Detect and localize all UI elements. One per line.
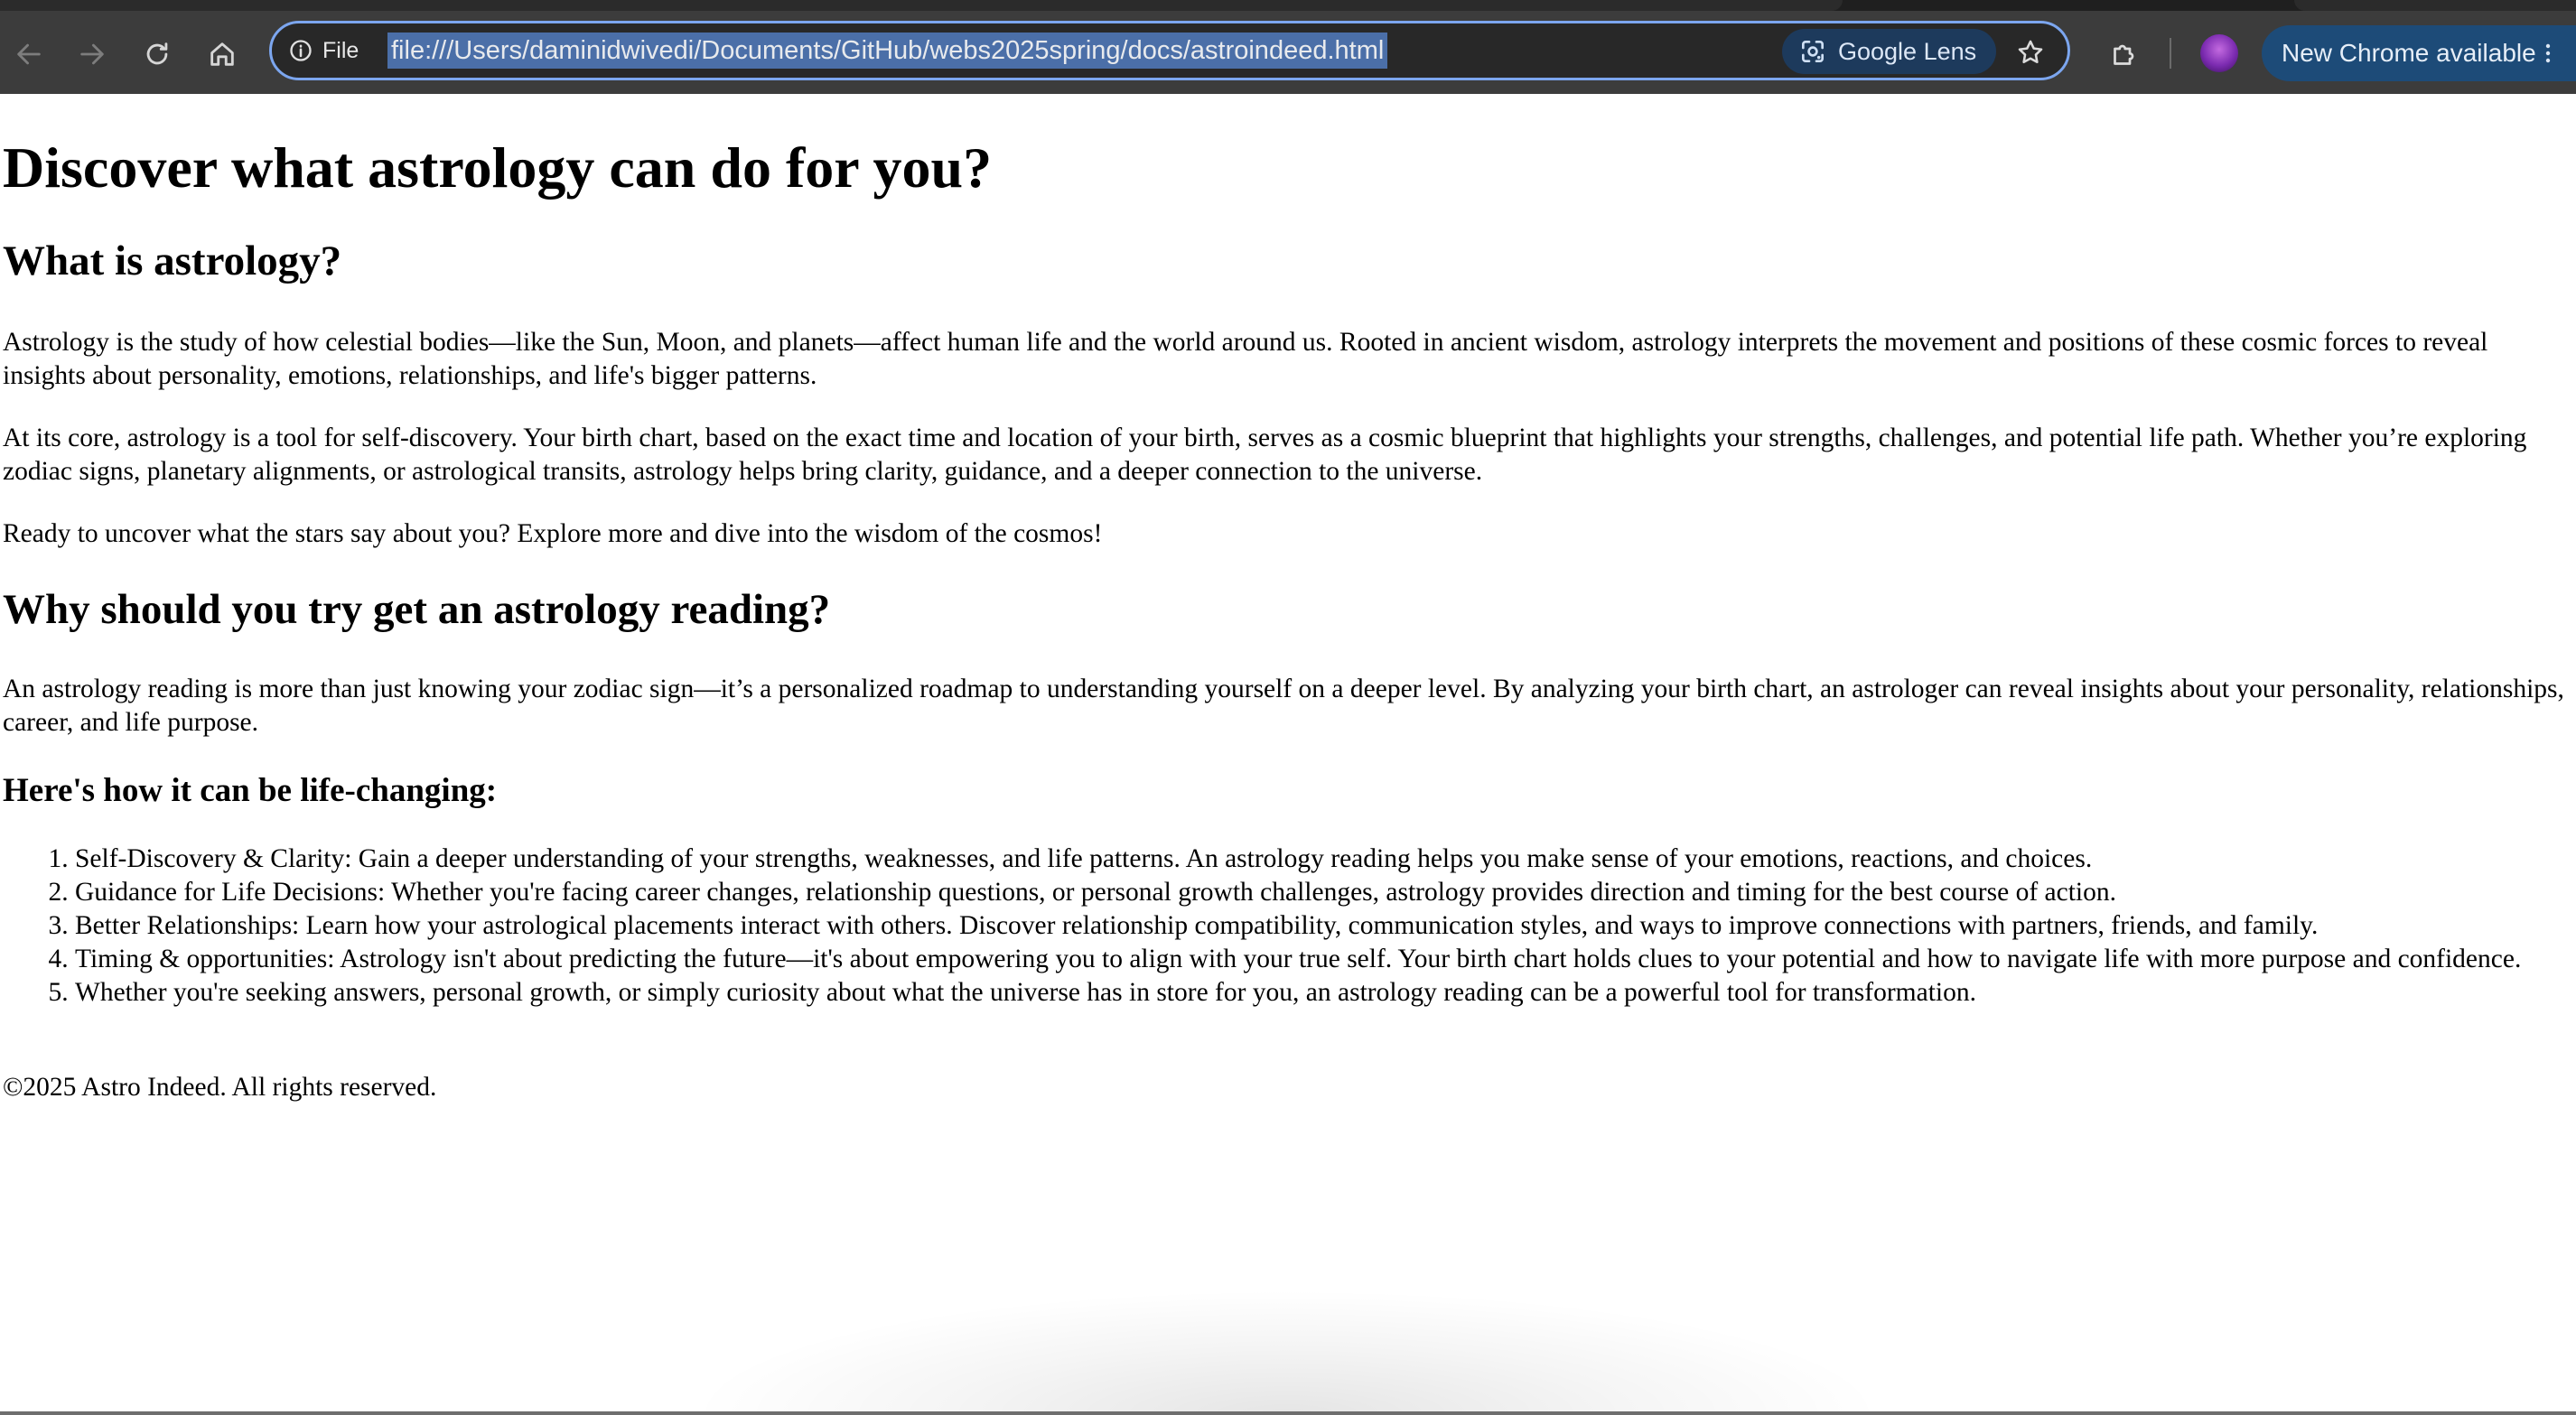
url-text[interactable]: file:///Users/daminidwivedi/Documents/Gi… [387,33,1388,69]
update-label: New Chrome available [2282,39,2536,67]
benefits-list: Self-Discovery & Clarity: Gain a deeper … [3,842,2568,1010]
list-item: Guidance for Life Decisions: Whether you… [75,876,2568,909]
list-item: Self-Discovery & Clarity: Gain a deeper … [75,842,2568,876]
bookmark-button[interactable] [2011,33,2050,72]
list-item: Timing & opportunities: Astrology isn't … [75,943,2568,976]
browser-toolbar: File file:///Users/daminidwivedi/Documen… [0,11,2576,94]
tab-strip [0,0,2576,11]
kebab-menu-icon[interactable] [2534,33,2562,74]
page-title: Discover what astrology can do for you? [3,135,993,200]
info-icon [290,40,312,61]
paragraph: Ready to uncover what the stars say abou… [3,519,1103,548]
google-lens-label: Google Lens [1838,37,1977,65]
toolbar-divider [2170,38,2171,69]
back-arrow-icon [17,43,41,65]
puzzle-icon [2114,44,2134,65]
footer-copyright: ©2025 Astro Indeed. All rights reserved. [3,1073,437,1102]
list-item: Whether you're seeking answers, personal… [75,976,2568,1010]
site-info-chip[interactable]: File [288,33,359,69]
profile-avatar[interactable] [2200,34,2238,72]
paragraph: At its core, astrology is a tool for sel… [3,424,2527,486]
section-heading-what-is-astrology: What is astrology? [3,237,342,284]
extensions-button[interactable] [2101,31,2148,78]
star-icon [2018,40,2043,64]
reload-icon [146,42,168,65]
site-info-label: File [322,37,359,63]
section-heading-why-reading: Why should you try get an astrology read… [3,586,831,633]
paragraph: An astrology reading is more than just k… [3,675,2564,737]
home-button[interactable] [197,29,247,79]
address-bar[interactable]: File file:///Users/daminidwivedi/Documen… [269,21,2070,80]
home-icon [210,42,234,66]
page-viewport: Discover what astrology can do for you? … [0,94,2576,1415]
overlay-shadow [686,1289,1888,1415]
window-bottom-edge [0,1411,2576,1415]
list-item: Better Relationships: Learn how your ast… [75,909,2568,943]
subheading-life-changing: Here's how it can be life-changing: [3,772,498,809]
reload-button[interactable] [132,29,182,79]
back-button[interactable] [4,29,54,79]
active-tab-edge [0,0,1843,11]
inactive-tab-edge [2294,0,2576,11]
forward-arrow-icon [80,43,104,65]
forward-button[interactable] [67,29,117,79]
new-chrome-available-button[interactable]: New Chrome available [2262,25,2576,81]
google-lens-icon [1802,41,1824,62]
google-lens-button[interactable]: Google Lens [1782,29,1997,74]
paragraph: Astrology is the study of how celestial … [3,328,2488,390]
